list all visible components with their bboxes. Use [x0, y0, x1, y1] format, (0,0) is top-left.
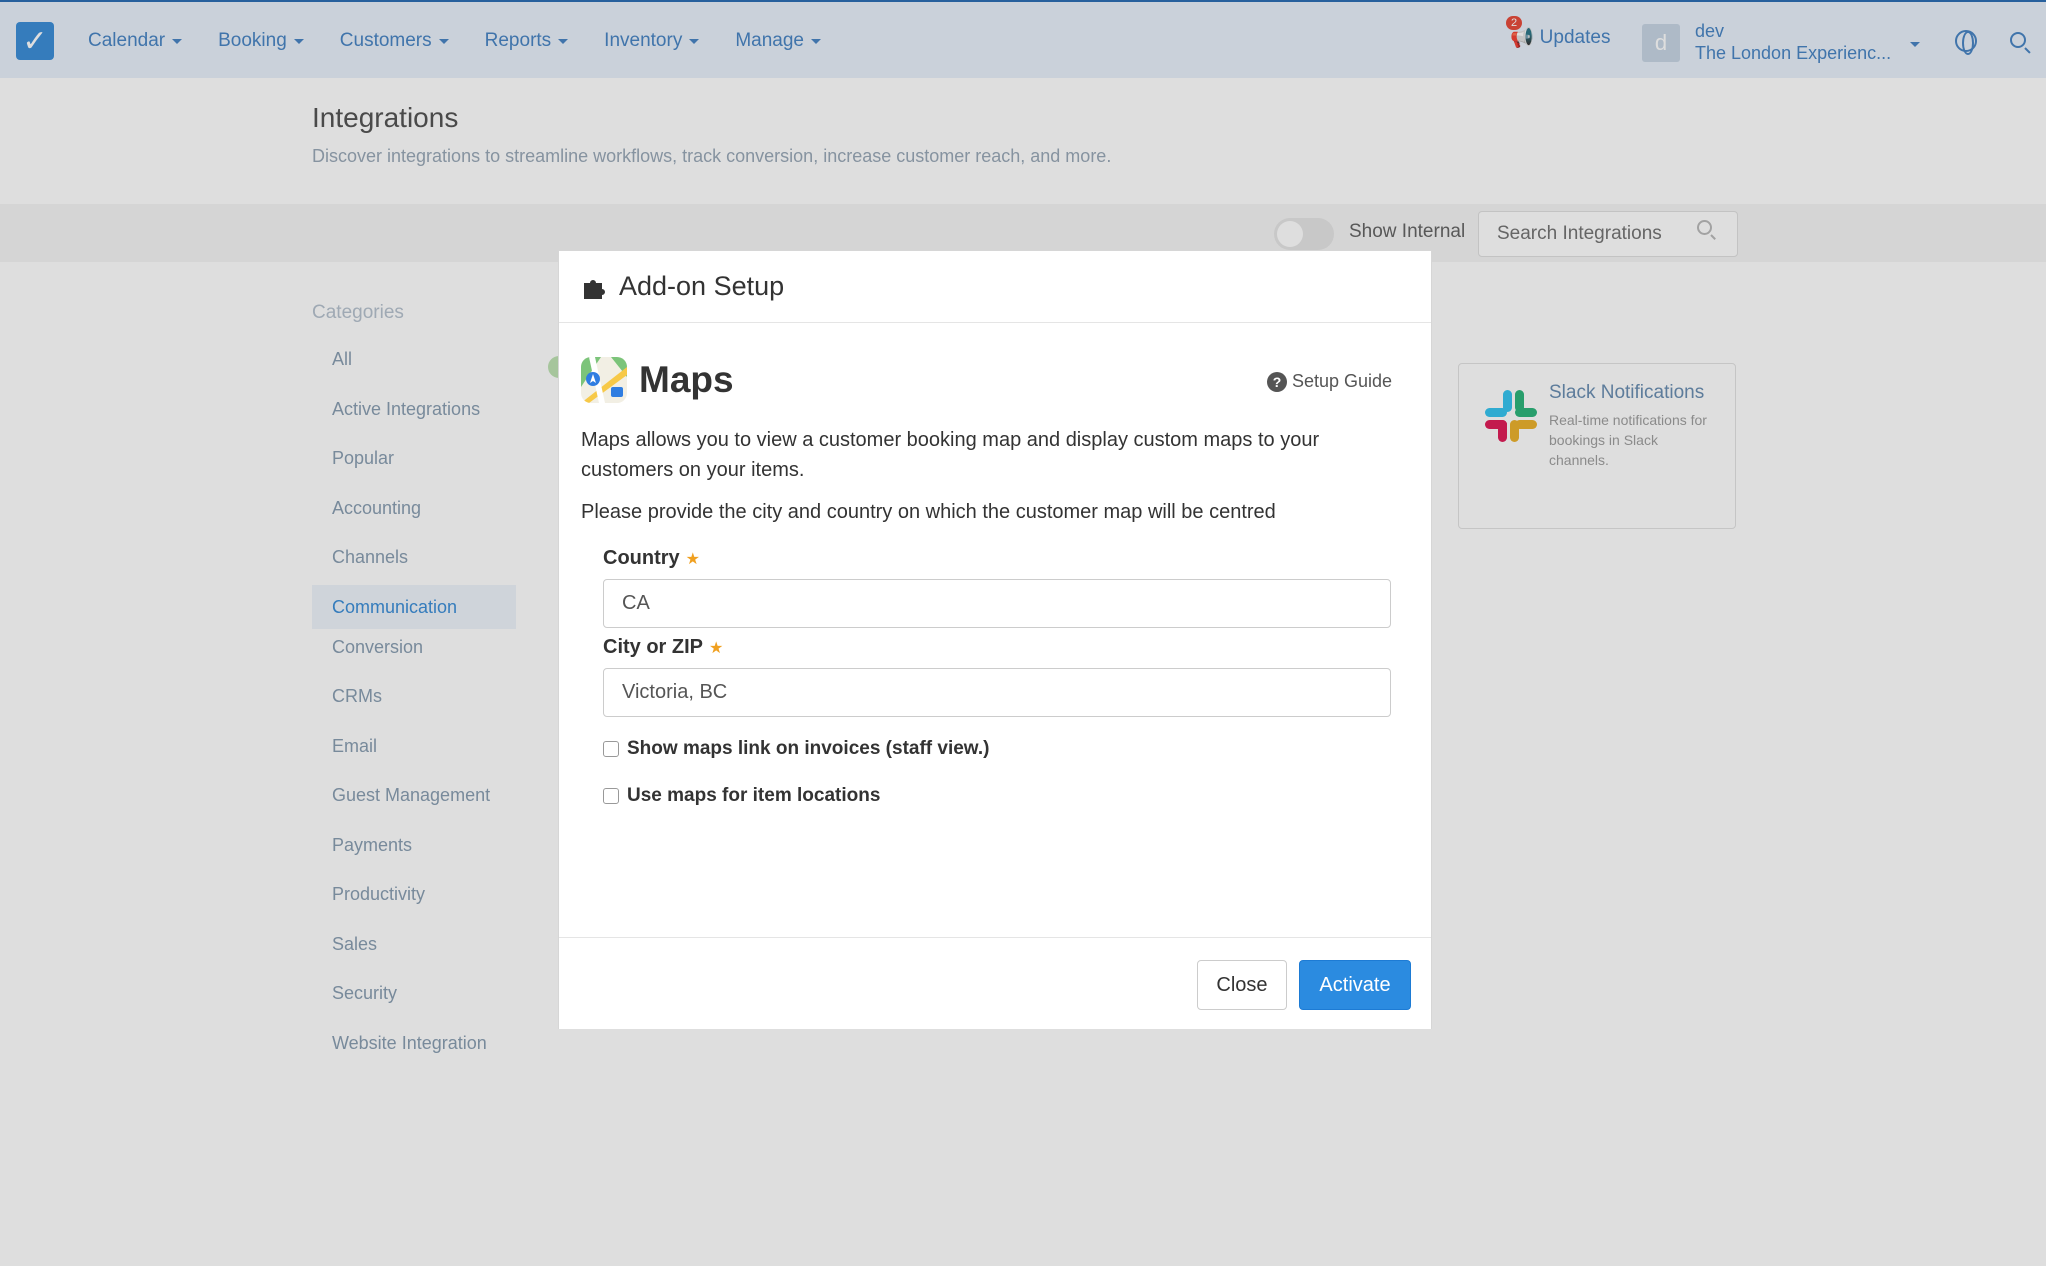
checkbox-box[interactable] [603, 788, 619, 804]
modal-header: Add-on Setup [559, 251, 1431, 323]
puzzle-icon [584, 279, 605, 299]
checkbox-box[interactable] [603, 741, 619, 757]
country-label: Country ★ [603, 547, 701, 569]
country-field[interactable] [603, 579, 1391, 628]
setup-guide-link[interactable]: ? Setup Guide [1267, 371, 1392, 392]
modal-body: Maps ? Setup Guide Maps allows you to vi… [559, 323, 1431, 937]
addon-setup-modal: Add-on Setup Maps ? Setup Guide Maps all… [558, 250, 1432, 1029]
close-button[interactable]: Close [1197, 960, 1287, 1010]
addon-instruction: Please provide the city and country on w… [581, 501, 1276, 523]
maps-app-icon [581, 357, 627, 403]
use-maps-items-checkbox[interactable]: Use maps for item locations [603, 785, 880, 807]
addon-name: Maps [639, 359, 734, 400]
city-label: City or ZIP ★ [603, 636, 724, 658]
modal-title: Add-on Setup [619, 271, 785, 301]
modal-footer: Close Activate [559, 937, 1431, 1029]
addon-heading: Maps [581, 357, 734, 403]
question-circle-icon: ? [1267, 371, 1287, 392]
required-star-icon: ★ [709, 639, 724, 657]
addon-description: Maps allows you to view a customer booki… [581, 429, 1320, 481]
activate-button[interactable]: Activate [1299, 960, 1411, 1010]
city-zip-field[interactable] [603, 668, 1391, 717]
required-star-icon: ★ [685, 550, 701, 568]
show-maps-link-checkbox[interactable]: Show maps link on invoices (staff view.) [603, 738, 989, 760]
